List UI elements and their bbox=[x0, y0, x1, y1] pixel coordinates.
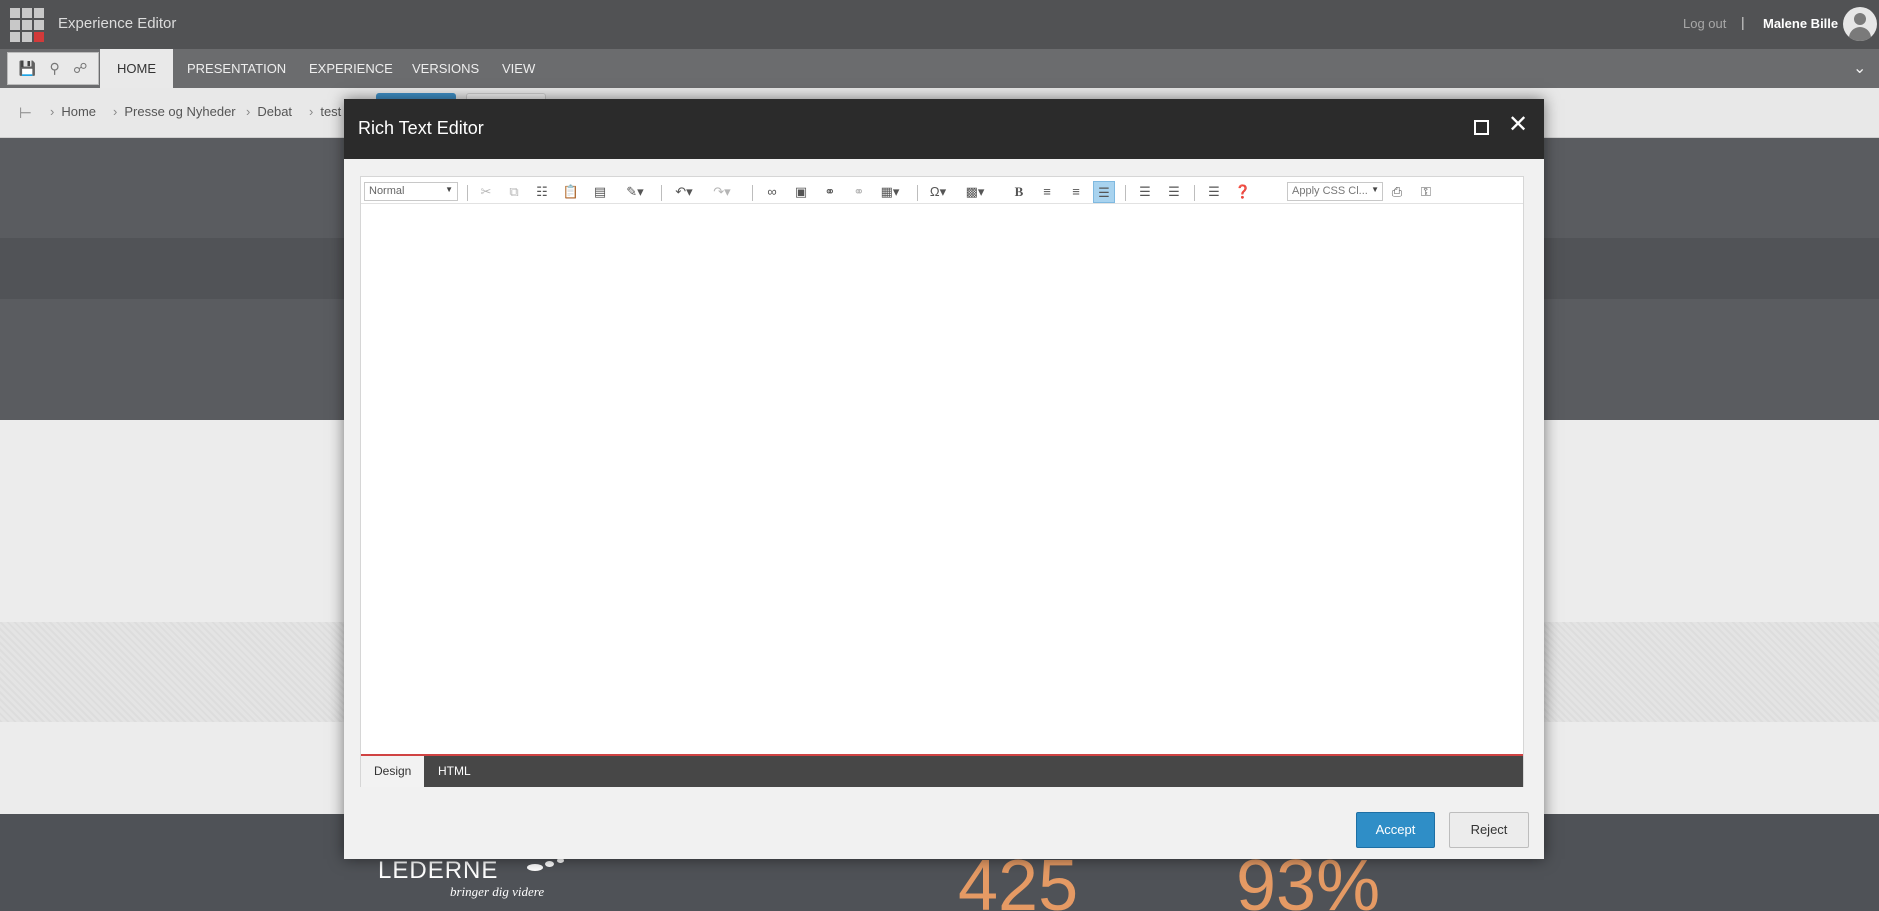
breadcrumb-item-debat[interactable]: › Debat bbox=[246, 104, 292, 119]
stat-value: 425 bbox=[958, 846, 1079, 911]
brand-tagline: bringer dig videre bbox=[450, 884, 545, 899]
hyperlink-manager-icon[interactable]: ∞ bbox=[761, 181, 783, 203]
align-left-icon[interactable]: ≡ bbox=[1036, 181, 1058, 203]
search-icon[interactable]: ⚲ bbox=[49, 60, 59, 77]
brand-logo-dots bbox=[527, 858, 567, 872]
format-stripper-icon[interactable]: ✎▾ bbox=[624, 181, 646, 203]
tree-icon[interactable]: ⊢ bbox=[19, 104, 32, 122]
editor-mode-bar: Design HTML bbox=[361, 754, 1523, 787]
cut-icon[interactable]: ✂ bbox=[475, 181, 497, 203]
tab-home[interactable]: HOME bbox=[100, 49, 173, 88]
tab-versions[interactable]: VERSIONS bbox=[395, 49, 496, 88]
tab-design[interactable]: Design bbox=[361, 756, 425, 787]
avatar[interactable] bbox=[1843, 7, 1877, 41]
align-center-icon[interactable]: ≡ bbox=[1065, 181, 1087, 203]
editor-toolbar: Normal ▼ ✂ ⧉ ☷ 📋 ▤ ✎▾ ↶▾ ↷▾ ∞ ▣ ⚭ ⚭ ▦▾ Ω▾… bbox=[361, 177, 1523, 203]
app-launcher-icon[interactable] bbox=[10, 8, 44, 42]
editor-frame: Normal ▼ ✂ ⧉ ☷ 📋 ▤ ✎▾ ↶▾ ↷▾ ∞ ▣ ⚭ ⚭ ▦▾ Ω▾… bbox=[360, 176, 1524, 787]
paragraph-icon[interactable]: ☰ bbox=[1203, 181, 1225, 203]
reject-button[interactable]: Reject bbox=[1449, 812, 1529, 848]
logout-link[interactable]: Log out bbox=[1683, 16, 1726, 31]
rich-text-editor-dialog: Rich Text Editor ✕ Normal ▼ ✂ ⧉ ☷ 📋 ▤ ✎▾ … bbox=[344, 99, 1544, 859]
tab-view[interactable]: VIEW bbox=[485, 49, 552, 88]
print-icon[interactable]: ⎙ bbox=[1386, 181, 1408, 203]
insert-link-icon[interactable]: ⚭ bbox=[819, 181, 841, 203]
breadcrumb-item-test[interactable]: › test bbox=[309, 104, 341, 119]
paste-from-word-icon[interactable]: ☷ bbox=[531, 181, 553, 203]
user-name: Malene Bille bbox=[1763, 16, 1839, 31]
share-icon[interactable]: ☍ bbox=[73, 60, 87, 77]
tab-experience[interactable]: EXPERIENCE bbox=[292, 49, 410, 88]
insert-media-icon[interactable]: ▩▾ bbox=[964, 181, 986, 203]
format-toggle-icon[interactable]: ☰ bbox=[1093, 181, 1115, 203]
close-icon[interactable]: ✕ bbox=[1508, 113, 1528, 137]
redo-icon[interactable]: ↷▾ bbox=[711, 181, 733, 203]
undo-icon[interactable]: ↶▾ bbox=[673, 181, 695, 203]
dialog-header: Rich Text Editor ✕ bbox=[344, 99, 1544, 159]
stat-value: 93% bbox=[1236, 846, 1381, 911]
brand-logo-text: LEDERNE bbox=[378, 857, 499, 884]
breadcrumb-item-home[interactable]: › Home bbox=[50, 104, 96, 119]
tab-presentation[interactable]: PRESENTATION bbox=[170, 49, 303, 88]
remove-link-icon[interactable]: ⚭ bbox=[848, 181, 870, 203]
paste-icon[interactable]: 📋 bbox=[560, 181, 582, 203]
accept-button[interactable]: Accept bbox=[1356, 812, 1435, 848]
find-replace-icon[interactable]: ⚿ bbox=[1415, 181, 1437, 203]
dialog-title: Rich Text Editor bbox=[358, 118, 484, 138]
app-title: Experience Editor bbox=[58, 15, 177, 32]
copy-icon[interactable]: ⧉ bbox=[503, 181, 525, 203]
help-icon[interactable]: ❓ bbox=[1232, 181, 1254, 203]
bold-icon[interactable]: B bbox=[1008, 181, 1030, 203]
chevron-down-icon[interactable]: ⌄ bbox=[1853, 58, 1866, 78]
image-manager-icon[interactable]: ▣ bbox=[790, 181, 812, 203]
top-bar: Experience Editor Log out | Malene Bille bbox=[0, 0, 1879, 49]
css-class-select[interactable]: Apply CSS Cl... ▼ bbox=[1287, 182, 1383, 201]
bullet-list-icon[interactable]: ☰ bbox=[1163, 181, 1185, 203]
paste-plain-text-icon[interactable]: ▤ bbox=[589, 181, 611, 203]
ribbon: 💾 ⚲ ☍ HOME PRESENTATION EXPERIENCE VERSI… bbox=[0, 49, 1879, 88]
editor-content-area[interactable] bbox=[361, 203, 1523, 754]
tab-html[interactable]: HTML bbox=[425, 756, 484, 787]
special-character-icon[interactable]: Ω▾ bbox=[927, 181, 949, 203]
table-icon[interactable]: ▦▾ bbox=[879, 181, 901, 203]
maximize-icon[interactable] bbox=[1474, 120, 1489, 135]
breadcrumb-item-presse[interactable]: › Presse og Nyheder bbox=[113, 104, 236, 119]
quick-tools: 💾 ⚲ ☍ bbox=[7, 52, 99, 85]
paragraph-format-select[interactable]: Normal ▼ bbox=[364, 182, 458, 201]
ordered-list-icon[interactable]: ☰ bbox=[1134, 181, 1156, 203]
save-icon[interactable]: 💾 bbox=[19, 60, 36, 77]
header-separator: | bbox=[1741, 14, 1745, 30]
